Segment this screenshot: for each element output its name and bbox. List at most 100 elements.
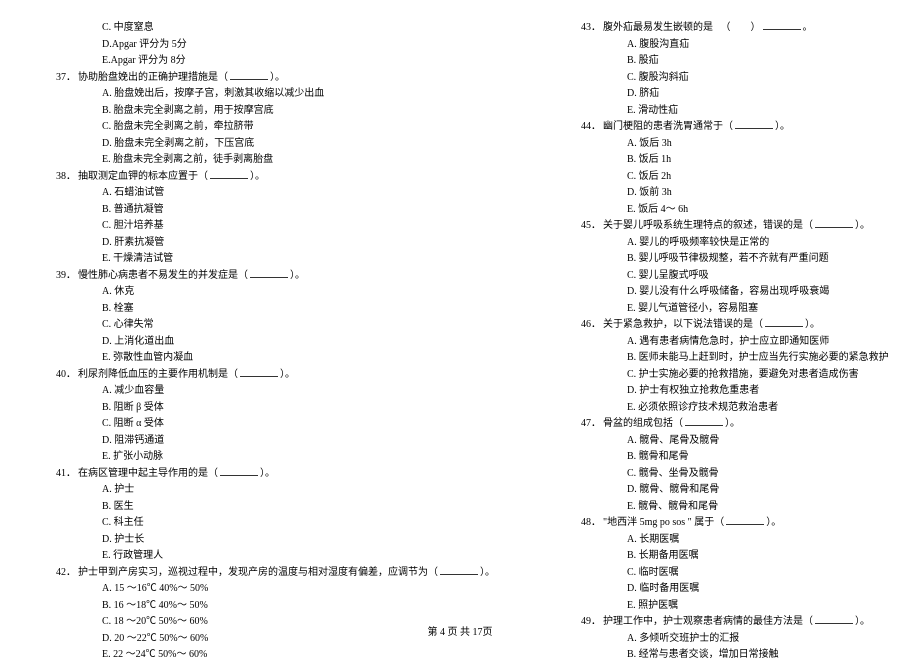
option-text: E. 弥散性血管内凝血	[102, 350, 193, 366]
answer-blank[interactable]	[735, 119, 773, 129]
question-text: 慢性肺心病患者不易发生的并发症是（）。	[78, 268, 305, 284]
option-text: E. 干燥清洁试管	[102, 251, 173, 267]
option-text: A. 髋骨、尾骨及髋骨	[627, 433, 719, 449]
question-stem: 43．腹外疝最易发生嵌顿的是 （ ）。	[575, 20, 889, 36]
question-option: A. 护士	[50, 482, 495, 498]
option-text: A. 婴儿的呼吸频率较快是正常的	[627, 235, 769, 251]
answer-blank[interactable]	[815, 218, 853, 228]
option-text: D. 脐疝	[627, 86, 659, 102]
question-text: 骨盆的组成包括（）。	[603, 416, 740, 432]
option-text: D. 护士有权独立抢救危重患者	[627, 383, 759, 399]
option-text: C. 婴儿呈腹式呼吸	[627, 268, 709, 284]
option-text: B. 医师未能马上赶到时，护士应当先行实施必要的紧急救护	[627, 350, 889, 366]
question-option: E. 必须依照诊疗技术规范救治患者	[575, 400, 889, 416]
question-option: B. 普通抗凝管	[50, 202, 495, 218]
option-text: A. 腹股沟直疝	[627, 37, 689, 53]
option-text: A. 石蜡油试管	[102, 185, 164, 201]
question-number: 42．	[50, 565, 78, 581]
question-stem: 37．协助胎盘娩出的正确护理措施是（）。	[50, 70, 495, 86]
question-stem: 44．幽门梗阻的患者洗胃通常于（）。	[575, 119, 889, 135]
question-option: B. 髋骨和尾骨	[575, 449, 889, 465]
option-text: D. 饭前 3h	[627, 185, 672, 201]
question-text: 协助胎盘娩出的正确护理措施是（）。	[78, 70, 285, 86]
question-option: A. 石蜡油试管	[50, 185, 495, 201]
question-option: E. 干燥清洁试管	[50, 251, 495, 267]
option-text: C. 临时医嘱	[627, 565, 679, 581]
question-option: A. 髋骨、尾骨及髋骨	[575, 433, 889, 449]
option-text: D. 护士长	[102, 532, 144, 548]
question-option: C. 科主任	[50, 515, 495, 531]
answer-blank[interactable]	[230, 70, 268, 80]
question-option: A. 长期医嘱	[575, 532, 889, 548]
question-option: A. 饭后 3h	[575, 136, 889, 152]
answer-blank[interactable]	[210, 169, 248, 179]
question-stem: 40．利尿剂降低血压的主要作用机制是（）。	[50, 367, 495, 383]
answer-blank[interactable]	[765, 317, 803, 327]
question-number: 43．	[575, 20, 603, 36]
option-text: B. 栓塞	[102, 301, 134, 317]
question-option: A. 婴儿的呼吸频率较快是正常的	[575, 235, 889, 251]
answer-blank[interactable]	[250, 268, 288, 278]
question-stem: 48．"地西泮 5mg po sos " 属于（）。	[575, 515, 889, 531]
question-option: A. 胎盘娩出后，按摩子宫，刺激其收缩以减少出血	[50, 86, 495, 102]
question-number: 39．	[50, 268, 78, 284]
question-option: B. 栓塞	[50, 301, 495, 317]
option-text: D. 上消化道出血	[102, 334, 174, 350]
option-text: B. 16 ～18℃ 40%～ 50%	[102, 598, 208, 614]
option-text: C. 中度窒息	[102, 20, 154, 36]
question-option: C. 胎盘未完全剥离之前，牵拉脐带	[50, 119, 495, 135]
question-option: C. 腹股沟斜疝	[575, 70, 889, 86]
question-text: 关于紧急救护，以下说法错误的是（）。	[603, 317, 820, 333]
question-option: B. 饭后 1h	[575, 152, 889, 168]
right-column: 43．腹外疝最易发生嵌顿的是 （ ）。A. 腹股沟直疝B. 股疝C. 腹股沟斜疝…	[575, 20, 889, 663]
option-text: A. 饭后 3h	[627, 136, 672, 152]
question-option: D. 上消化道出血	[50, 334, 495, 350]
answer-blank[interactable]	[440, 565, 478, 575]
question-option: D. 脐疝	[575, 86, 889, 102]
question-option: D. 护士长	[50, 532, 495, 548]
option-text: B. 胎盘未完全剥离之前，用于按摩宫底	[102, 103, 274, 119]
left-column: C. 中度窒息D.Apgar 评分为 5分E.Apgar 评分为 8分37．协助…	[50, 20, 495, 663]
answer-blank[interactable]	[685, 416, 723, 426]
question-option: E. 髋骨、髋骨和尾骨	[575, 499, 889, 515]
option-text: C. 胎盘未完全剥离之前，牵拉脐带	[102, 119, 254, 135]
question-option: B. 医生	[50, 499, 495, 515]
answer-blank[interactable]	[220, 466, 258, 476]
question-number: 40．	[50, 367, 78, 383]
question-number: 47．	[575, 416, 603, 432]
option-text: E. 胎盘未完全剥离之前，徒手剥离胎盘	[102, 152, 273, 168]
question-text: 抽取测定血钾的标本应置于（）。	[78, 169, 265, 185]
question-option: E. 扩张小动脉	[50, 449, 495, 465]
question-stem: 39．慢性肺心病患者不易发生的并发症是（）。	[50, 268, 495, 284]
question-option: E. 行政管理人	[50, 548, 495, 564]
option-text: B. 普通抗凝管	[102, 202, 164, 218]
option-text: C. 腹股沟斜疝	[627, 70, 689, 86]
question-option: A. 减少血容量	[50, 383, 495, 399]
option-text: D. 胎盘未完全剥离之前，下压宫底	[102, 136, 254, 152]
question-option: E. 弥散性血管内凝血	[50, 350, 495, 366]
question-option: C. 胆汁培养基	[50, 218, 495, 234]
option-text: E. 婴儿气道管径小，容易阻塞	[627, 301, 758, 317]
question-number: 38．	[50, 169, 78, 185]
question-option: C. 阻断 α 受体	[50, 416, 495, 432]
option-text: C. 科主任	[102, 515, 144, 531]
option-text: A. 遇有患者病情危急时，护士应立即通知医师	[627, 334, 829, 350]
option-text: B. 股疝	[627, 53, 659, 69]
question-text: "地西泮 5mg po sos " 属于（）。	[603, 515, 781, 531]
question-stem: 45．关于婴儿呼吸系统生理特点的叙述，错误的是（）。	[575, 218, 889, 234]
option-text: C. 心律失常	[102, 317, 154, 333]
question-option: E. 滑动性疝	[575, 103, 889, 119]
question-option: D. 护士有权独立抢救危重患者	[575, 383, 889, 399]
answer-blank[interactable]	[763, 20, 801, 30]
answer-blank[interactable]	[240, 367, 278, 377]
option-text: D. 髋骨、髋骨和尾骨	[627, 482, 719, 498]
option-text: A. 15 ～16℃ 40%～ 50%	[102, 581, 208, 597]
option-text: E. 滑动性疝	[627, 103, 678, 119]
option-text: E. 髋骨、髋骨和尾骨	[627, 499, 718, 515]
page-footer: 第 4 页 共 17页	[0, 623, 920, 638]
question-option: B. 股疝	[575, 53, 889, 69]
question-stem: 42．护士甲到产房实习，巡视过程中，发现产房的温度与相对湿度有偏差，应调节为（）…	[50, 565, 495, 581]
option-text: B. 长期备用医嘱	[627, 548, 699, 564]
question-text: 在病区管理中起主导作用的是（）。	[78, 466, 275, 482]
answer-blank[interactable]	[726, 515, 764, 525]
